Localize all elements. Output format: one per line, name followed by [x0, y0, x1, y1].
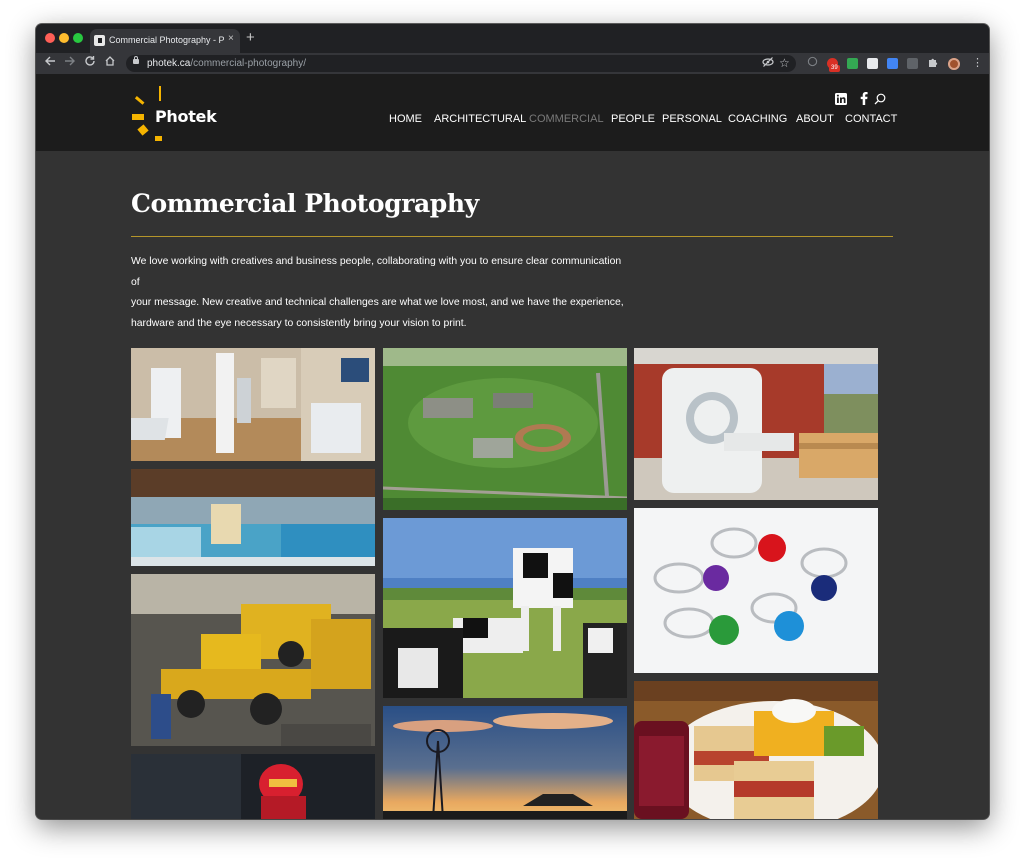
nav-about[interactable]: ABOUT [796, 113, 834, 125]
tab-strip: Commercial Photography - Pho × + [36, 24, 989, 53]
close-window-button[interactable] [45, 33, 55, 43]
nav-coaching[interactable]: COACHING [728, 113, 787, 125]
tab-close-icon[interactable]: × [228, 33, 234, 45]
lock-icon [133, 56, 139, 64]
browser-menu-icon[interactable]: ⋮ [972, 56, 983, 70]
title-divider [131, 236, 893, 237]
extension-image-icon[interactable] [867, 58, 878, 69]
minimize-window-button[interactable] [59, 33, 69, 43]
home-icon[interactable] [104, 55, 116, 71]
bookmark-star-icon[interactable]: ☆ [779, 56, 790, 70]
browser-window: Commercial Photography - Pho × + photek.… [36, 24, 989, 819]
extension-count-badge: 39 [829, 65, 840, 72]
medical-imaging-room-photo[interactable] [131, 348, 375, 461]
browser-tab-active[interactable]: Commercial Photography - Pho × [90, 29, 240, 53]
linkedin-icon[interactable] [835, 92, 847, 110]
nav-home[interactable]: HOME [389, 113, 422, 125]
aerial-campus-photo[interactable] [383, 348, 627, 510]
facebook-icon[interactable] [860, 92, 868, 110]
nav-commercial[interactable]: COMMERCIAL [529, 113, 604, 125]
tracking-eye-off-icon[interactable] [762, 56, 774, 72]
intro-paragraph: We love working with creatives and busin… [131, 252, 631, 334]
reload-icon[interactable] [84, 55, 96, 71]
logo-wordmark[interactable]: Photek [155, 107, 217, 126]
rescue-worker-helmet-photo[interactable] [131, 754, 375, 819]
mri-scanner-photo[interactable] [634, 348, 878, 500]
nav-contact[interactable]: CONTACT [845, 113, 897, 125]
extension-sheet-icon[interactable] [847, 58, 858, 69]
heavy-equipment-shop-photo[interactable] [131, 574, 375, 746]
windmill-sunset-photo[interactable] [383, 706, 627, 819]
new-tab-button[interactable]: + [246, 30, 255, 46]
extension-video-icon[interactable] [887, 58, 898, 69]
extensions-puzzle-icon[interactable] [927, 56, 939, 72]
holstein-cows-photo[interactable] [383, 518, 627, 698]
page-title: Commercial Photography [131, 189, 479, 218]
nav-people[interactable]: PEOPLE [611, 113, 655, 125]
extension-share-icon[interactable] [807, 56, 818, 71]
search-icon[interactable] [874, 92, 886, 110]
browser-toolbar: photek.ca/commercial-photography/ ☆ 39 ⋮ [36, 53, 989, 74]
maximize-window-button[interactable] [73, 33, 83, 43]
intro-line: your message. New creative and technical… [131, 297, 624, 308]
nav-architectural[interactable]: ARCHITECTURAL [434, 113, 526, 125]
back-arrow-icon[interactable] [44, 55, 56, 71]
intro-line: We love working with creatives and busin… [131, 256, 622, 288]
site-favicon-icon [94, 35, 105, 46]
aquatic-centre-photo[interactable] [131, 469, 375, 566]
smoked-meat-sandwich-photo[interactable] [634, 681, 878, 819]
tab-title: Commercial Photography - Pho [109, 35, 225, 45]
site-header: Photek HOME ARCHITECTURAL COMMERCIAL PEO… [36, 74, 989, 151]
extension-facebook-icon[interactable] [907, 58, 918, 69]
address-bar[interactable]: photek.ca/commercial-photography/ ☆ [126, 55, 796, 72]
url-text: photek.ca/commercial-photography/ [147, 58, 306, 69]
nav-personal[interactable]: PERSONAL [662, 113, 722, 125]
forward-arrow-icon[interactable] [64, 55, 76, 71]
webpage: Photek HOME ARCHITECTURAL COMMERCIAL PEO… [36, 74, 989, 819]
glass-rings-photo[interactable] [634, 508, 878, 673]
intro-line: hardware and the eye necessary to consis… [131, 317, 467, 329]
profile-avatar[interactable] [948, 58, 960, 70]
